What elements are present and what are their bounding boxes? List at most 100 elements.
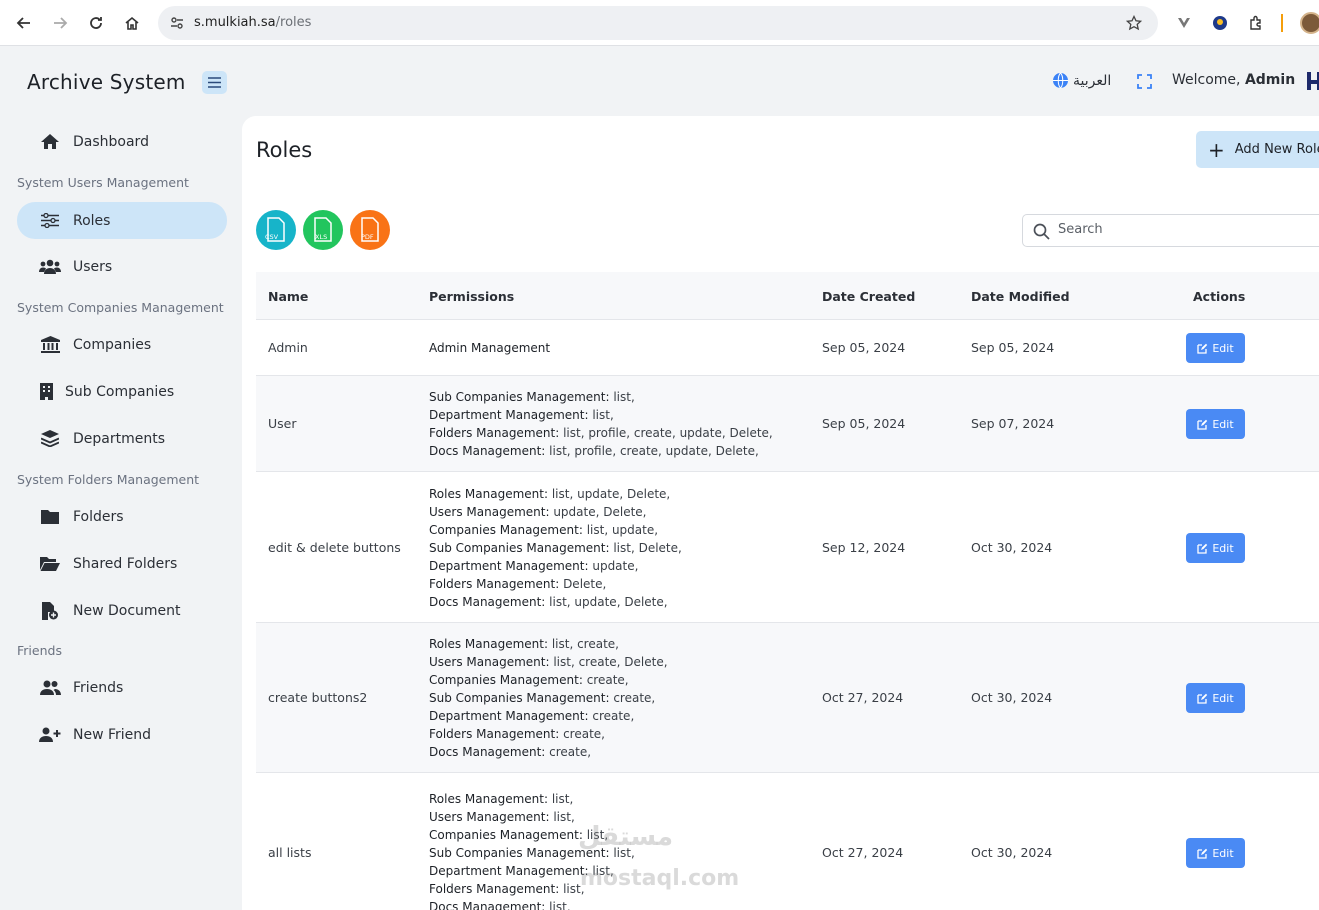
- sidebar-item-folders[interactable]: Folders: [17, 498, 227, 535]
- forward-arrow-icon[interactable]: [48, 11, 72, 35]
- permission-line: Roles Management: list, create,: [429, 635, 668, 653]
- edit-label: Edit: [1212, 541, 1234, 555]
- sidebar-section-friends: Friends: [17, 643, 62, 658]
- edit-label: Edit: [1212, 846, 1234, 860]
- column-header-actions: Actions: [1193, 289, 1246, 304]
- cell-date-created: Sep 05, 2024: [822, 416, 906, 431]
- permission-line: Folders Management: Delete,: [429, 575, 682, 593]
- sidebar-section-companies: System Companies Management: [17, 300, 224, 315]
- company-logo: [1305, 70, 1319, 92]
- extensions-puzzle-icon[interactable]: [1244, 11, 1268, 35]
- site-settings-icon[interactable]: [170, 16, 184, 30]
- permission-group: Folders Management:: [429, 577, 560, 591]
- language-switcher[interactable]: العربية: [1052, 72, 1111, 89]
- watermark-arabic: مستقل: [578, 822, 674, 852]
- edit-role-button[interactable]: Edit: [1186, 533, 1245, 563]
- permission-actions: list,: [545, 900, 571, 910]
- address-bar[interactable]: s.mulkiah.sa/roles: [158, 6, 1158, 40]
- edit-role-button[interactable]: Edit: [1186, 409, 1245, 439]
- sidebar-item-roles[interactable]: Roles: [17, 202, 227, 239]
- cell-role-name: User: [268, 416, 297, 431]
- permission-line: Sub Companies Management: create,: [429, 689, 668, 707]
- watermark-latin: mostaql.com: [580, 866, 740, 891]
- permission-group: Roles Management:: [429, 487, 549, 501]
- sidebar-item-label: Folders: [73, 508, 124, 525]
- permission-group: Docs Management:: [429, 595, 546, 609]
- edit-role-button[interactable]: Edit: [1186, 683, 1245, 713]
- permission-group: Sub Companies Management:: [429, 390, 610, 404]
- language-label: العربية: [1073, 72, 1112, 89]
- file-plus-icon: [39, 601, 61, 620]
- xls-file-icon: XLS: [314, 217, 332, 242]
- permission-group: Roles Management:: [429, 637, 549, 651]
- sidebar-item-new-document[interactable]: New Document: [17, 592, 227, 629]
- sidebar-toggle-button[interactable]: [202, 71, 227, 94]
- export-pdf-button[interactable]: PDF: [350, 210, 390, 250]
- cell-role-name: Admin: [268, 340, 308, 355]
- permission-actions: list,: [549, 810, 575, 824]
- sidebar-item-label: Departments: [73, 430, 166, 447]
- permission-group: Docs Management:: [429, 444, 546, 458]
- permission-group: Folders Management:: [429, 882, 560, 896]
- export-xls-button[interactable]: XLS: [303, 210, 343, 250]
- edit-role-button[interactable]: Edit: [1186, 333, 1245, 363]
- bookmark-star-icon[interactable]: [1126, 15, 1142, 31]
- sidebar-item-label: Sub Companies: [65, 383, 175, 400]
- search-input[interactable]: [1058, 222, 1258, 237]
- cell-permissions: Sub Companies Management: list, Departmen…: [429, 388, 773, 460]
- welcome-text: Welcome, Admin: [1172, 72, 1295, 88]
- permission-group: Sub Companies Management:: [429, 541, 610, 555]
- add-new-role-button[interactable]: + Add New Role: [1196, 131, 1319, 168]
- sidebar-item-users[interactable]: Users: [17, 248, 227, 285]
- permission-line: Department Management: create,: [429, 707, 668, 725]
- table-row: all lists Roles Management: list, Users Ma…: [256, 773, 1319, 910]
- search-icon: [1033, 223, 1050, 240]
- sidebar-item-new-friend[interactable]: New Friend: [17, 716, 227, 753]
- sidebar-item-label: Friends: [73, 679, 124, 696]
- extension-v-icon[interactable]: [1172, 11, 1196, 35]
- sidebar-item-dashboard[interactable]: Dashboard: [17, 123, 227, 160]
- permission-line: Admin Management: [429, 339, 550, 357]
- table-row: edit & delete buttons Roles Management: l…: [256, 472, 1319, 623]
- cell-date-created: Oct 27, 2024: [822, 690, 904, 705]
- profile-avatar[interactable]: [1300, 12, 1319, 34]
- sidebar-item-companies[interactable]: Companies: [17, 326, 227, 363]
- back-arrow-icon[interactable]: [12, 11, 36, 35]
- reload-icon[interactable]: [84, 11, 108, 35]
- export-csv-button[interactable]: CSV: [256, 210, 296, 250]
- extension-shield-icon[interactable]: [1208, 11, 1232, 35]
- permission-group: Docs Management:: [429, 745, 546, 759]
- permission-actions: list,: [609, 390, 635, 404]
- permission-group: Department Management:: [429, 864, 589, 878]
- permission-actions: Delete,: [559, 577, 607, 591]
- sidebar-item-friends[interactable]: Friends: [17, 669, 227, 706]
- sidebar-section-users: System Users Management: [17, 175, 189, 190]
- cell-role-name: create buttons2: [268, 690, 368, 705]
- add-new-role-label: Add New Role: [1234, 142, 1319, 157]
- sidebar-item-shared-folders[interactable]: Shared Folders: [17, 545, 227, 582]
- folder-icon: [39, 508, 61, 526]
- sidebar-item-departments[interactable]: Departments: [17, 420, 227, 457]
- edit-icon: [1197, 419, 1208, 430]
- fullscreen-icon[interactable]: [1137, 74, 1152, 93]
- cell-date-created: Sep 12, 2024: [822, 540, 906, 555]
- permission-actions: list, update, Delete,: [545, 595, 668, 609]
- permission-group: Docs Management:: [429, 900, 546, 910]
- home-icon[interactable]: [120, 11, 144, 35]
- search-field[interactable]: [1022, 214, 1319, 247]
- permission-group: Companies Management:: [429, 828, 583, 842]
- column-header-date-modified: Date Modified: [971, 289, 1070, 304]
- sidebar-item-label: Users: [73, 258, 113, 275]
- permission-line: Sub Companies Management: list, Delete,: [429, 539, 682, 557]
- layers-icon: [39, 430, 61, 448]
- permission-group: Department Management:: [429, 709, 589, 723]
- sidebar-item-label: Companies: [73, 336, 152, 353]
- cell-date-created: Sep 05, 2024: [822, 340, 906, 355]
- edit-role-button[interactable]: Edit: [1186, 838, 1245, 868]
- edit-icon: [1197, 693, 1208, 704]
- sidebar-item-sub-companies[interactable]: Sub Companies: [17, 373, 227, 410]
- table-row: User Sub Companies Management: list, Depar…: [256, 376, 1319, 472]
- table-header: Name Permissions Date Created Date Modif…: [256, 272, 1319, 320]
- permission-line: Folders Management: list, profile, creat…: [429, 424, 773, 442]
- column-header-permissions: Permissions: [429, 289, 515, 304]
